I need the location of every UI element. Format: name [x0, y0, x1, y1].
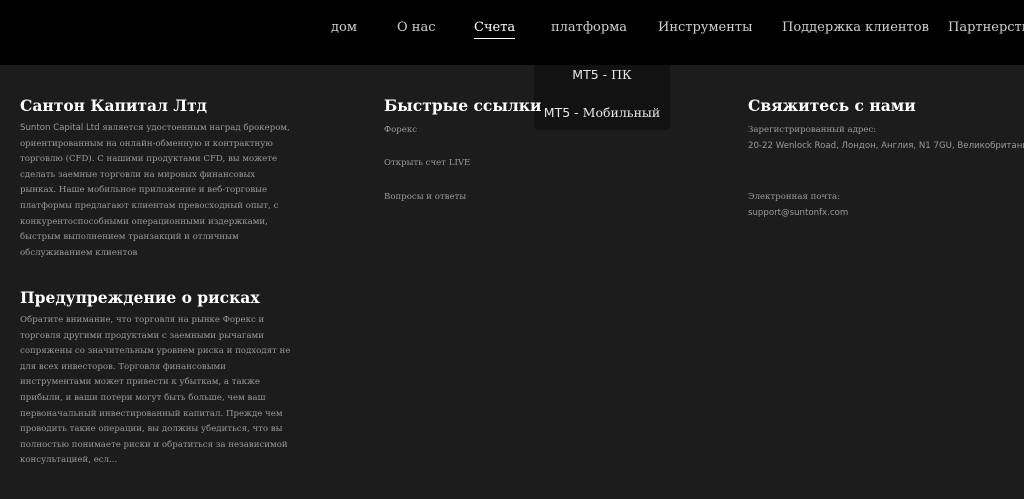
- nav-item-partnerships[interactable]: Партнерства: [948, 20, 1024, 35]
- email-link[interactable]: support@suntonfx.com: [748, 208, 848, 218]
- about-heading: Сантон Капитал Лтд: [20, 96, 208, 115]
- dropdown-item-prefix: MT5 -: [543, 105, 583, 120]
- nav-item-accounts[interactable]: Счета: [474, 20, 516, 39]
- dropdown-item-mt5-mobile[interactable]: MT5 - Мобильный: [534, 105, 670, 120]
- top-navigation-bar: дом О нас Счета платформа Инструменты По…: [0, 0, 1024, 65]
- nav-item-instruments[interactable]: Инструменты: [658, 20, 752, 35]
- address-value: 20-22 Wenlock Road, Лондон, Англия, N1 7…: [748, 141, 1024, 151]
- about-text: является удостоенным наград брокером, ор…: [20, 123, 290, 258]
- nav-item-about[interactable]: О нас: [397, 20, 436, 35]
- quick-links-heading: Быстрые ссылки: [384, 96, 542, 115]
- quick-link-open-live-account[interactable]: Открыть счет LIVE: [384, 158, 470, 168]
- brand-name: Sunton Capital Ltd: [20, 123, 100, 133]
- nav-item-home[interactable]: дом: [331, 20, 357, 35]
- about-description: Sunton Capital Ltd является удостоенным …: [20, 121, 292, 261]
- nav-item-support[interactable]: Поддержка клиентов: [782, 20, 929, 35]
- nav-item-platform[interactable]: платформа: [551, 20, 627, 35]
- risk-warning-heading: Предупреждение о рисках: [20, 288, 260, 307]
- dropdown-item-label: Мобильный: [582, 105, 661, 120]
- dropdown-item-label: ПК: [611, 67, 632, 82]
- email-label: Электронная почта:: [748, 192, 841, 202]
- quick-link-faq[interactable]: Вопросы и ответы: [384, 192, 466, 202]
- dropdown-item-prefix: MT5 -: [572, 67, 612, 82]
- risk-warning-text: Обратите внимание, что торговля на рынке…: [20, 315, 291, 466]
- quick-link-forex[interactable]: Форекс: [384, 125, 417, 135]
- accounts-dropdown-menu: MT5 - ПК MT5 - Мобильный: [534, 65, 670, 130]
- dropdown-item-mt5-pc[interactable]: MT5 - ПК: [534, 67, 670, 82]
- contact-heading: Свяжитесь с нами: [748, 96, 916, 115]
- address-label: Зарегистрированный адрес:: [748, 125, 877, 135]
